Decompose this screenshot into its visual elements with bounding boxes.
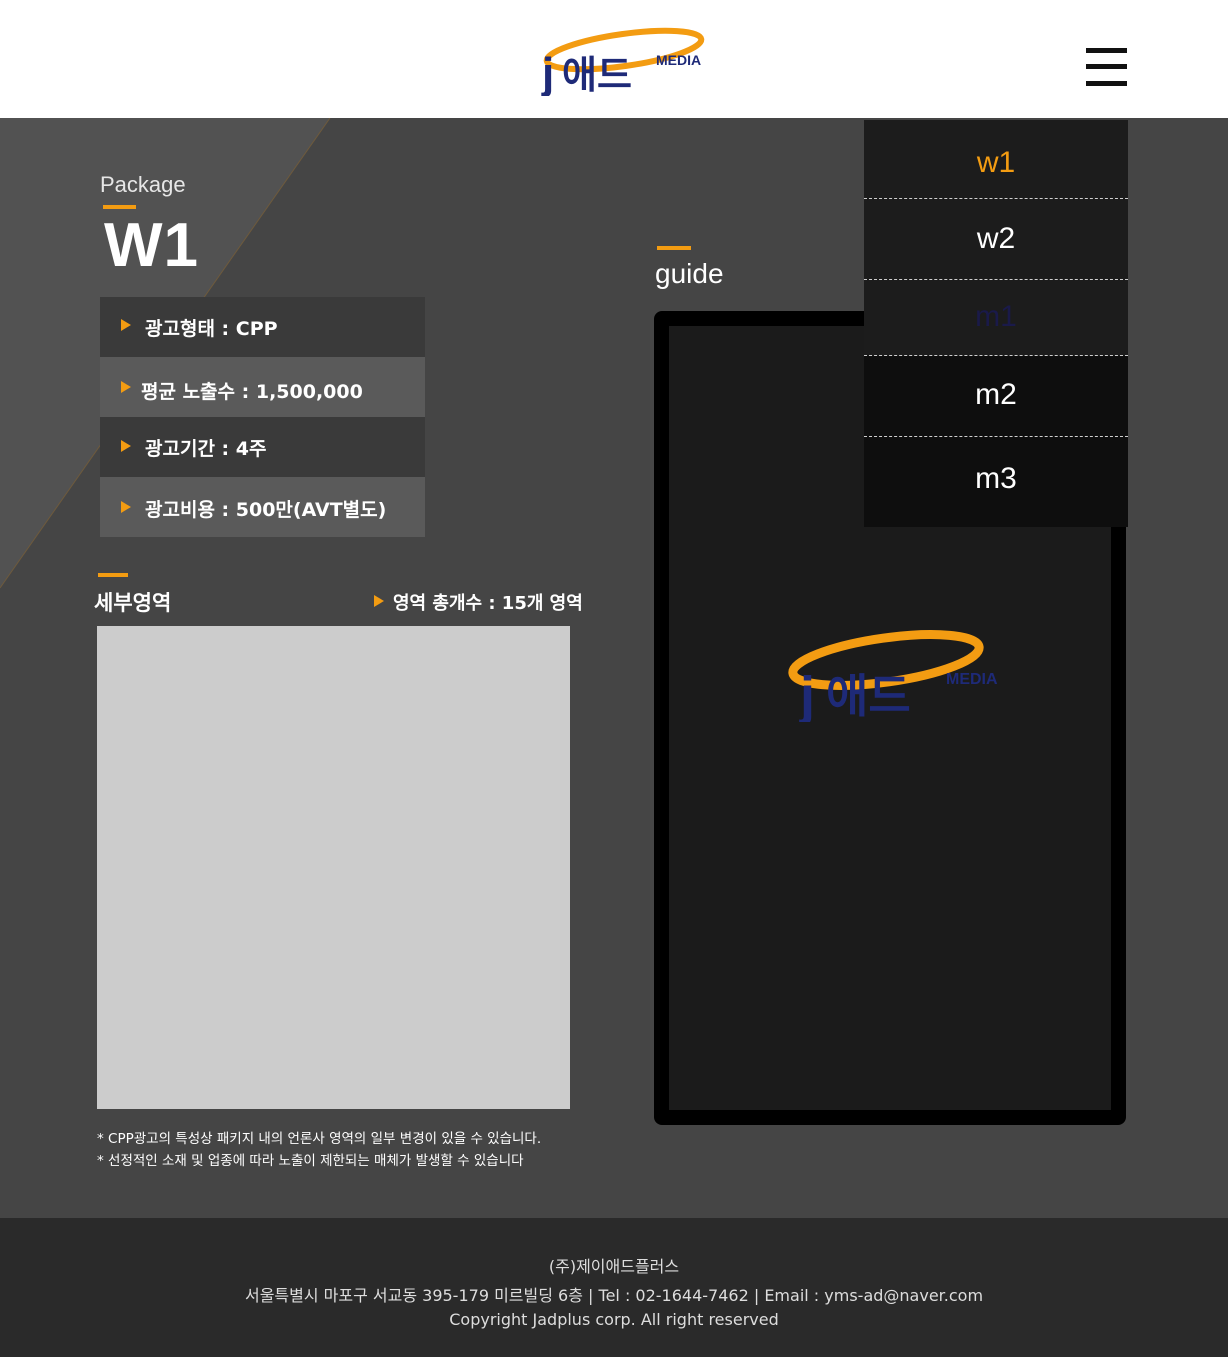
menu-divider xyxy=(864,436,1128,437)
triangle-icon xyxy=(121,381,131,393)
accent-bar xyxy=(98,573,128,577)
site-header: j 애드 MEDIA xyxy=(0,0,1228,118)
menu-item-w1[interactable]: w1 xyxy=(864,146,1128,180)
logo-media: MEDIA xyxy=(946,671,998,688)
accent-bar xyxy=(103,205,136,209)
package-label: Package xyxy=(100,172,186,197)
note-2: * 선정적인 소재 및 업종에 따라 노출이 제한되는 매체가 발생할 수 있습… xyxy=(97,1153,524,1169)
logo[interactable]: j 애드 MEDIA xyxy=(528,20,708,96)
package-menu: w1 w2 m1 m2 m3 xyxy=(864,120,1128,527)
menu-divider xyxy=(864,279,1128,280)
logo-hangul: 애드 xyxy=(826,669,911,722)
menu-divider xyxy=(864,198,1128,199)
footer-address: 서울특별시 마포구 서교동 395-179 미르빌딩 6층 | Tel : 02… xyxy=(244,1286,984,1305)
detail-title: 세부영역 xyxy=(94,591,172,615)
site-footer: (주)제이애드플러스 서울특별시 마포구 서교동 395-179 미르빌딩 6층… xyxy=(0,1218,1228,1357)
logo-j: j xyxy=(799,666,815,722)
footer-copyright: Copyright Jadplus corp. All right reserv… xyxy=(449,1310,779,1329)
guide-title: guide xyxy=(655,258,724,289)
triangle-icon xyxy=(121,319,131,331)
triangle-icon xyxy=(121,440,131,452)
info-row-cost: 광고비용 : 500만(AVT별도) xyxy=(100,477,425,537)
menu-item-w2[interactable]: w2 xyxy=(864,222,1128,256)
info-row-period: 광고기간 : 4주 xyxy=(100,417,425,477)
info-row-ad-type: 광고형태 : CPP xyxy=(100,297,425,357)
triangle-icon xyxy=(121,501,131,513)
info-text: 광고형태 : CPP xyxy=(145,318,278,340)
info-text: 광고비용 : 500만(AVT별도) xyxy=(145,499,387,521)
info-row-impressions: 평균 노출수 : 1,500,000 xyxy=(100,357,425,417)
info-text: 평균 노출수 : 1,500,000 xyxy=(141,381,363,403)
triangle-icon xyxy=(374,595,384,607)
info-text: 광고기간 : 4주 xyxy=(145,438,267,460)
menu-divider xyxy=(864,355,1128,356)
menu-item-m3[interactable]: m3 xyxy=(864,462,1128,496)
detail-count: 영역 총개수 : 15개 영역 xyxy=(393,593,583,614)
detail-area-image xyxy=(97,626,570,1109)
note-1: * CPP광고의 특성상 패키지 내의 언론사 영역의 일부 변경이 있을 수 … xyxy=(97,1131,542,1147)
footer-company: (주)제이애드플러스 xyxy=(548,1257,680,1276)
logo-media: MEDIA xyxy=(656,52,701,68)
accent-bar xyxy=(657,246,691,250)
package-title: W1 xyxy=(104,211,199,280)
menu-item-m1[interactable]: m1 xyxy=(864,300,1128,334)
logo-j: j xyxy=(541,49,554,96)
hamburger-icon[interactable] xyxy=(1086,48,1127,86)
logo-hangul: 애드 xyxy=(562,53,632,96)
menu-item-m2[interactable]: m2 xyxy=(864,378,1128,412)
guide-logo: j 애드 MEDIA xyxy=(788,630,998,722)
